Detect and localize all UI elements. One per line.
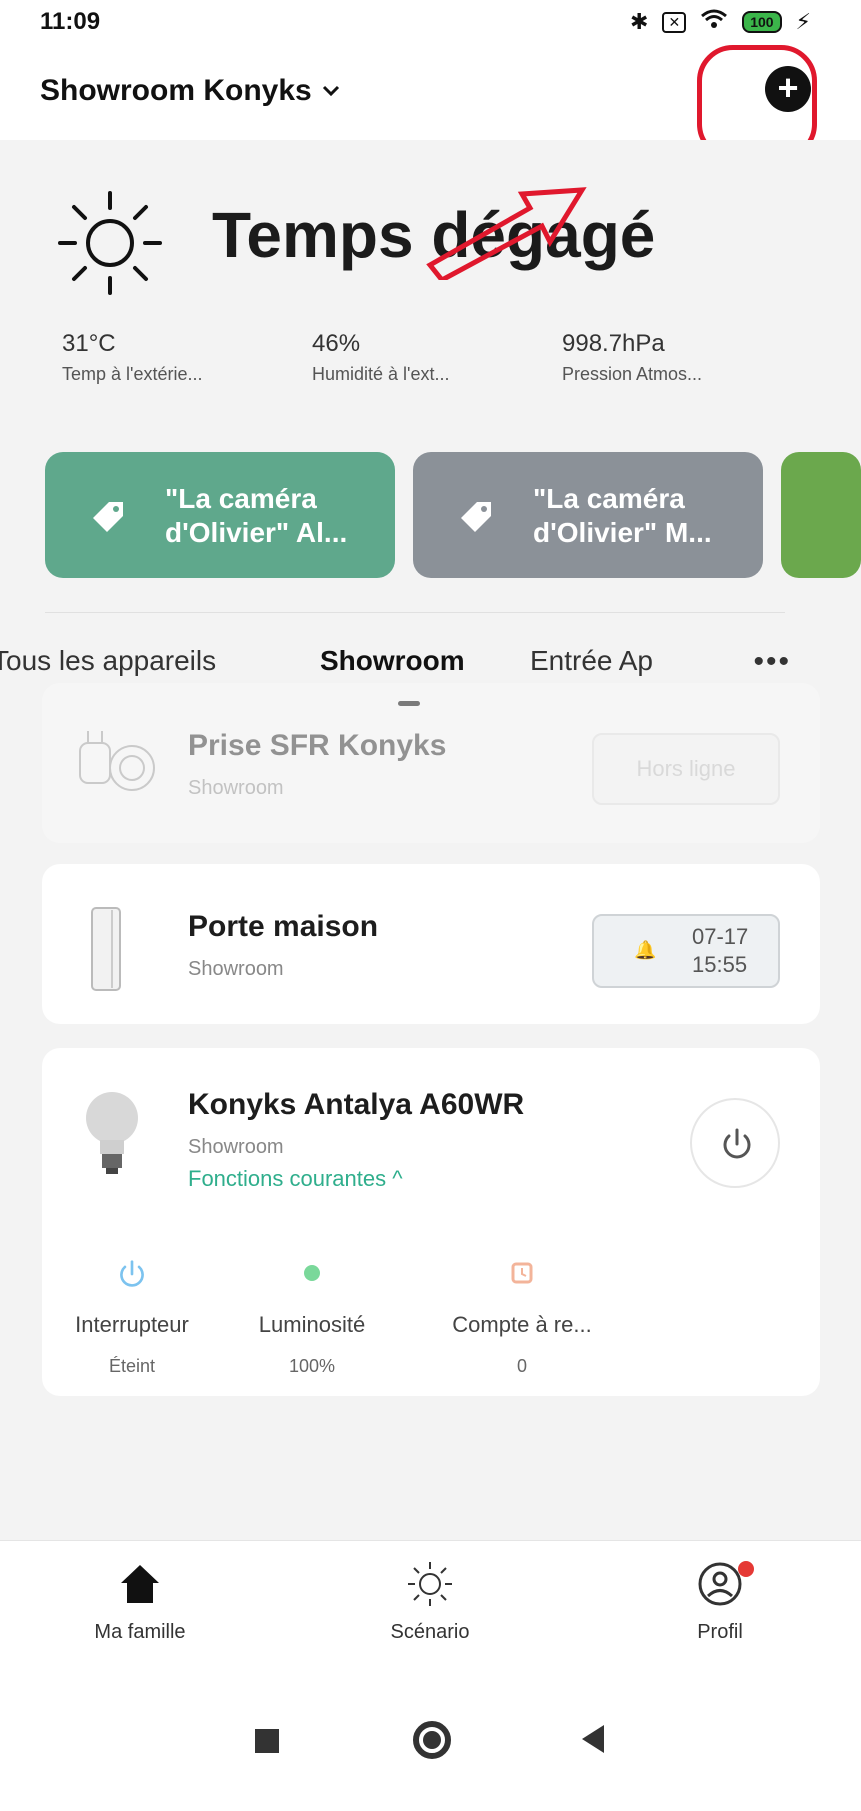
alarm-clock-icon — [402, 1258, 642, 1298]
bulb-icon — [86, 1092, 138, 1174]
nav-profile[interactable]: Profil — [630, 1559, 810, 1644]
home-icon — [50, 1559, 230, 1611]
recents-button[interactable] — [255, 1729, 279, 1753]
tab-entree[interactable]: Entrée Ap — [530, 645, 680, 677]
power-icon — [723, 1128, 751, 1159]
device-card[interactable]: Porte maison Showroom 🔔 07-17 15:55 — [42, 864, 820, 1024]
battery-icon: 100 — [742, 11, 782, 33]
home-name: Showroom Konyks — [40, 74, 312, 107]
power-button[interactable] — [690, 1098, 780, 1188]
nav-scenario[interactable]: Scénario — [340, 1559, 520, 1644]
stat-pressure: 998.7hPa Pression Atmos... — [562, 330, 703, 384]
divider — [45, 612, 785, 613]
brightness-icon — [222, 1258, 402, 1298]
charging-icon: ⚡ — [795, 9, 811, 34]
device-room: Showroom — [188, 777, 284, 799]
common-functions-toggle[interactable]: Fonctions courantes ^ — [188, 1166, 403, 1192]
device-card[interactable]: Prise SFR Konyks Showroom Hors ligne — [42, 683, 820, 843]
device-card[interactable]: Konyks Antalya A60WR Showroom Fonctions … — [42, 1048, 820, 1396]
wifi-icon — [700, 8, 728, 36]
control-switch[interactable]: Interrupteur Éteint — [42, 1258, 222, 1377]
device-room: Showroom — [188, 1136, 284, 1158]
stat-humidity: 46% Humidité à l'ext... — [312, 330, 450, 384]
sun-icon — [58, 191, 162, 295]
home-selector[interactable]: Showroom Konyks — [40, 74, 340, 108]
bell-icon: 🔔 — [634, 940, 657, 960]
door-sensor-icon — [91, 907, 121, 991]
device-name: Konyks Antalya A60WR — [188, 1088, 525, 1121]
scene-card[interactable]: "La caméra d'Olivier" Al... — [45, 452, 395, 578]
device-room: Showroom — [188, 958, 284, 980]
stat-temperature: 31°C Temp à l'extérie... — [62, 330, 203, 384]
back-button[interactable] — [582, 1725, 604, 1753]
scene-card[interactable]: "La caméra d'Olivier" M... — [413, 452, 763, 578]
sun-outline-icon — [340, 1559, 520, 1611]
home-button[interactable] — [413, 1721, 451, 1759]
tag-icon — [93, 502, 123, 532]
close-box-icon: ✕ — [662, 11, 687, 33]
control-countdown[interactable]: Compte à re... 0 — [402, 1258, 642, 1377]
bottom-navigation: Ma famille Scénario Profil — [0, 1540, 861, 1665]
offline-status-button[interactable]: Hors ligne — [592, 733, 780, 805]
scene-carousel[interactable]: "La caméra d'Olivier" Al... "La caméra d… — [45, 452, 861, 582]
quick-controls: Interrupteur Éteint Luminosité 100% Comp… — [42, 1258, 820, 1377]
system-navigation — [0, 1665, 861, 1811]
control-brightness[interactable]: Luminosité 100% — [222, 1258, 402, 1377]
tab-showroom[interactable]: Showroom — [320, 645, 465, 677]
more-tabs-button[interactable]: ••• — [753, 645, 791, 679]
device-name: Porte maison — [188, 910, 379, 943]
notification-dot — [738, 1561, 754, 1577]
tag-icon — [461, 502, 491, 532]
main-content[interactable]: Temps dégagé 31°C Temp à l'extérie... 46… — [0, 140, 861, 1540]
profile-icon — [630, 1559, 810, 1611]
last-event-pill[interactable]: 🔔 07-17 15:55 — [592, 914, 780, 988]
status-time: 11:09 — [40, 8, 101, 35]
annotation-arrow — [426, 187, 587, 280]
status-icons: ✱ ✕ 100 ⚡ — [630, 8, 811, 36]
chevron-down-icon — [322, 80, 340, 103]
power-icon — [42, 1258, 222, 1298]
nav-my-family[interactable]: Ma famille — [50, 1559, 230, 1644]
plug-icon — [79, 731, 155, 791]
event-time: 15:55 — [692, 952, 748, 977]
device-name: Prise SFR Konyks — [188, 729, 447, 762]
bluetooth-icon: ✱ — [630, 9, 649, 34]
weather-stats: 31°C Temp à l'extérie... 46% Humidité à … — [62, 330, 822, 385]
scene-card-partial[interactable] — [781, 452, 861, 578]
tab-all-devices[interactable]: Tous les appareils — [0, 645, 216, 677]
event-date: 07-17 — [692, 924, 749, 949]
